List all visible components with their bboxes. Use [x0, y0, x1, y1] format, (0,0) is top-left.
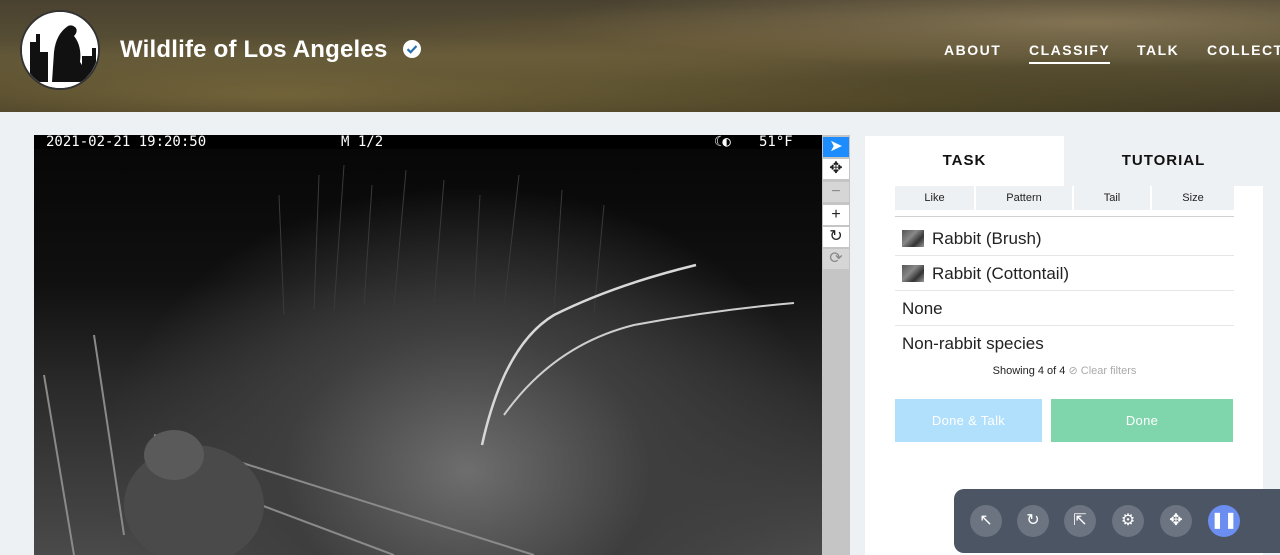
clear-filters-label: Clear filters [1080, 365, 1137, 377]
check-circle-icon [403, 40, 421, 58]
moon-phase-icon: ☾◐ [714, 135, 731, 150]
rabbit-cottontail-thumbnail [902, 264, 924, 282]
nav-about[interactable]: ABOUT [944, 42, 1001, 62]
ban-icon: ⊘ [1068, 365, 1078, 377]
project-title[interactable]: Wildlife of Los Angeles [120, 36, 388, 64]
tab-task[interactable]: TASK [865, 136, 1064, 186]
nav-collect[interactable]: COLLECT [1207, 42, 1280, 62]
nav-classify[interactable]: CLASSIFY [1029, 42, 1111, 64]
camera-info-bar: 2021-02-21 19:20:50 M 1/2 ☾◐ 51°F [34, 135, 822, 149]
cursor-settings-icon[interactable]: ⚙ [1112, 505, 1144, 537]
project-logo[interactable] [20, 10, 100, 90]
move-icon[interactable]: ✥ [823, 159, 849, 179]
camera-timestamp: 2021-02-21 19:20:50 [46, 135, 207, 150]
filter-like[interactable]: Like [895, 186, 974, 210]
night-scene [43, 164, 795, 555]
multi-cursor-icon[interactable]: ⇱ [1064, 505, 1096, 537]
site-header: Wildlife of Los Angeles ABOUT CLASSIFY T… [0, 0, 1280, 112]
tab-tutorial[interactable]: TUTORIAL [1064, 136, 1263, 186]
choice-label: Rabbit (Brush) [932, 229, 1042, 248]
filter-bar: Like Pattern Tail Size [895, 186, 1234, 217]
clear-filters-link[interactable]: ⊘ Clear filters [1068, 365, 1136, 377]
showing-count: Showing 4 of 4 ⊘ Clear filters [895, 364, 1234, 377]
choice-label: None [902, 299, 943, 318]
choice-label: Non-rabbit species [902, 334, 1044, 353]
control-bar: ↖ ↻ ⇱ ⚙ ✥ ❚❚ [954, 489, 1280, 553]
image-toolbar: ➤ ✥ − + ↻ ⟳ [822, 135, 850, 555]
redo-cursor-icon[interactable]: ↻ [1017, 505, 1049, 537]
filter-size[interactable]: Size [1152, 186, 1234, 210]
subject-image[interactable]: 2021-02-21 19:20:50 M 1/2 ☾◐ 51°F [34, 135, 822, 555]
camera-temperature: 51°F [759, 135, 793, 150]
zoom-out-icon[interactable]: − [823, 182, 849, 202]
filter-pattern[interactable]: Pattern [976, 186, 1072, 210]
camera-mode: M 1/2 [341, 135, 384, 150]
cursor-icon[interactable]: ↖ [970, 505, 1002, 537]
zoom-in-icon[interactable]: + [823, 205, 849, 225]
pause-icon[interactable]: ❚❚ [1208, 505, 1240, 537]
rabbit-brush-thumbnail [902, 229, 924, 247]
reset-icon[interactable]: ⟳ [823, 249, 849, 269]
choice-none[interactable]: None [895, 291, 1234, 326]
nav-talk[interactable]: TALK [1137, 42, 1179, 62]
pointer-icon[interactable]: ➤ [823, 137, 849, 157]
choice-rabbit-cottontail[interactable]: Rabbit (Cottontail) [895, 256, 1234, 291]
done-and-talk-button[interactable]: Done & Talk [895, 399, 1042, 442]
move-arrows-icon[interactable]: ✥ [1160, 505, 1192, 537]
done-button[interactable]: Done [1051, 399, 1233, 442]
choice-label: Rabbit (Cottontail) [932, 264, 1070, 283]
choice-rabbit-brush[interactable]: Rabbit (Brush) [895, 221, 1234, 256]
filter-tail[interactable]: Tail [1074, 186, 1150, 210]
showing-text: Showing 4 of 4 [992, 365, 1066, 377]
rotate-icon[interactable]: ↻ [823, 227, 849, 247]
choice-non-rabbit[interactable]: Non-rabbit species [895, 326, 1234, 361]
